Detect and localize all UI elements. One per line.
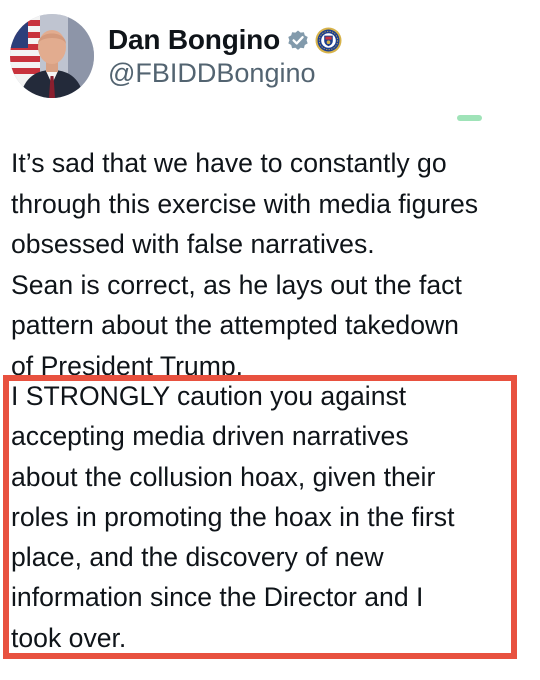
highlighted-text-line: accepting media driven narratives xyxy=(11,421,409,452)
highlighted-text-line: place, and the discovery of new xyxy=(11,542,384,573)
tweet-text-line: through this exercise with media figures xyxy=(11,188,479,219)
highlighted-text-line: information since the Director and I xyxy=(11,582,424,613)
highlighted-text: I STRONGLY caution you against accepting… xyxy=(11,376,521,658)
green-mark xyxy=(457,115,482,121)
tweet-text-line: Sean is correct, as he lays out the fact xyxy=(11,269,462,300)
author-display-name[interactable]: Dan Bongino xyxy=(108,24,280,56)
verified-badge-icon[interactable] xyxy=(286,28,310,52)
highlighted-text-line: took over. xyxy=(11,622,127,653)
tweet-text-line: It’s sad that we have to constantly go xyxy=(11,148,447,178)
tweet-text: It’s sad that we have to constantly go t… xyxy=(11,143,536,386)
tweet-text-line: pattern about the attempted takedown xyxy=(11,310,459,340)
fbi-seal-icon[interactable] xyxy=(315,27,342,54)
highlighted-text-line: I STRONGLY caution you against xyxy=(11,381,407,411)
avatar[interactable] xyxy=(10,14,94,98)
tweet-text-line: obsessed with false narratives. xyxy=(11,229,375,259)
highlighted-text-line: about the collusion hoax, given their xyxy=(11,461,436,492)
profile-photo xyxy=(10,14,94,98)
highlighted-text-line: roles in promoting the hoax in the first xyxy=(11,501,455,532)
author-name-row: Dan Bongino xyxy=(108,20,342,60)
author-handle[interactable]: @FBIDDBongino xyxy=(108,58,316,89)
